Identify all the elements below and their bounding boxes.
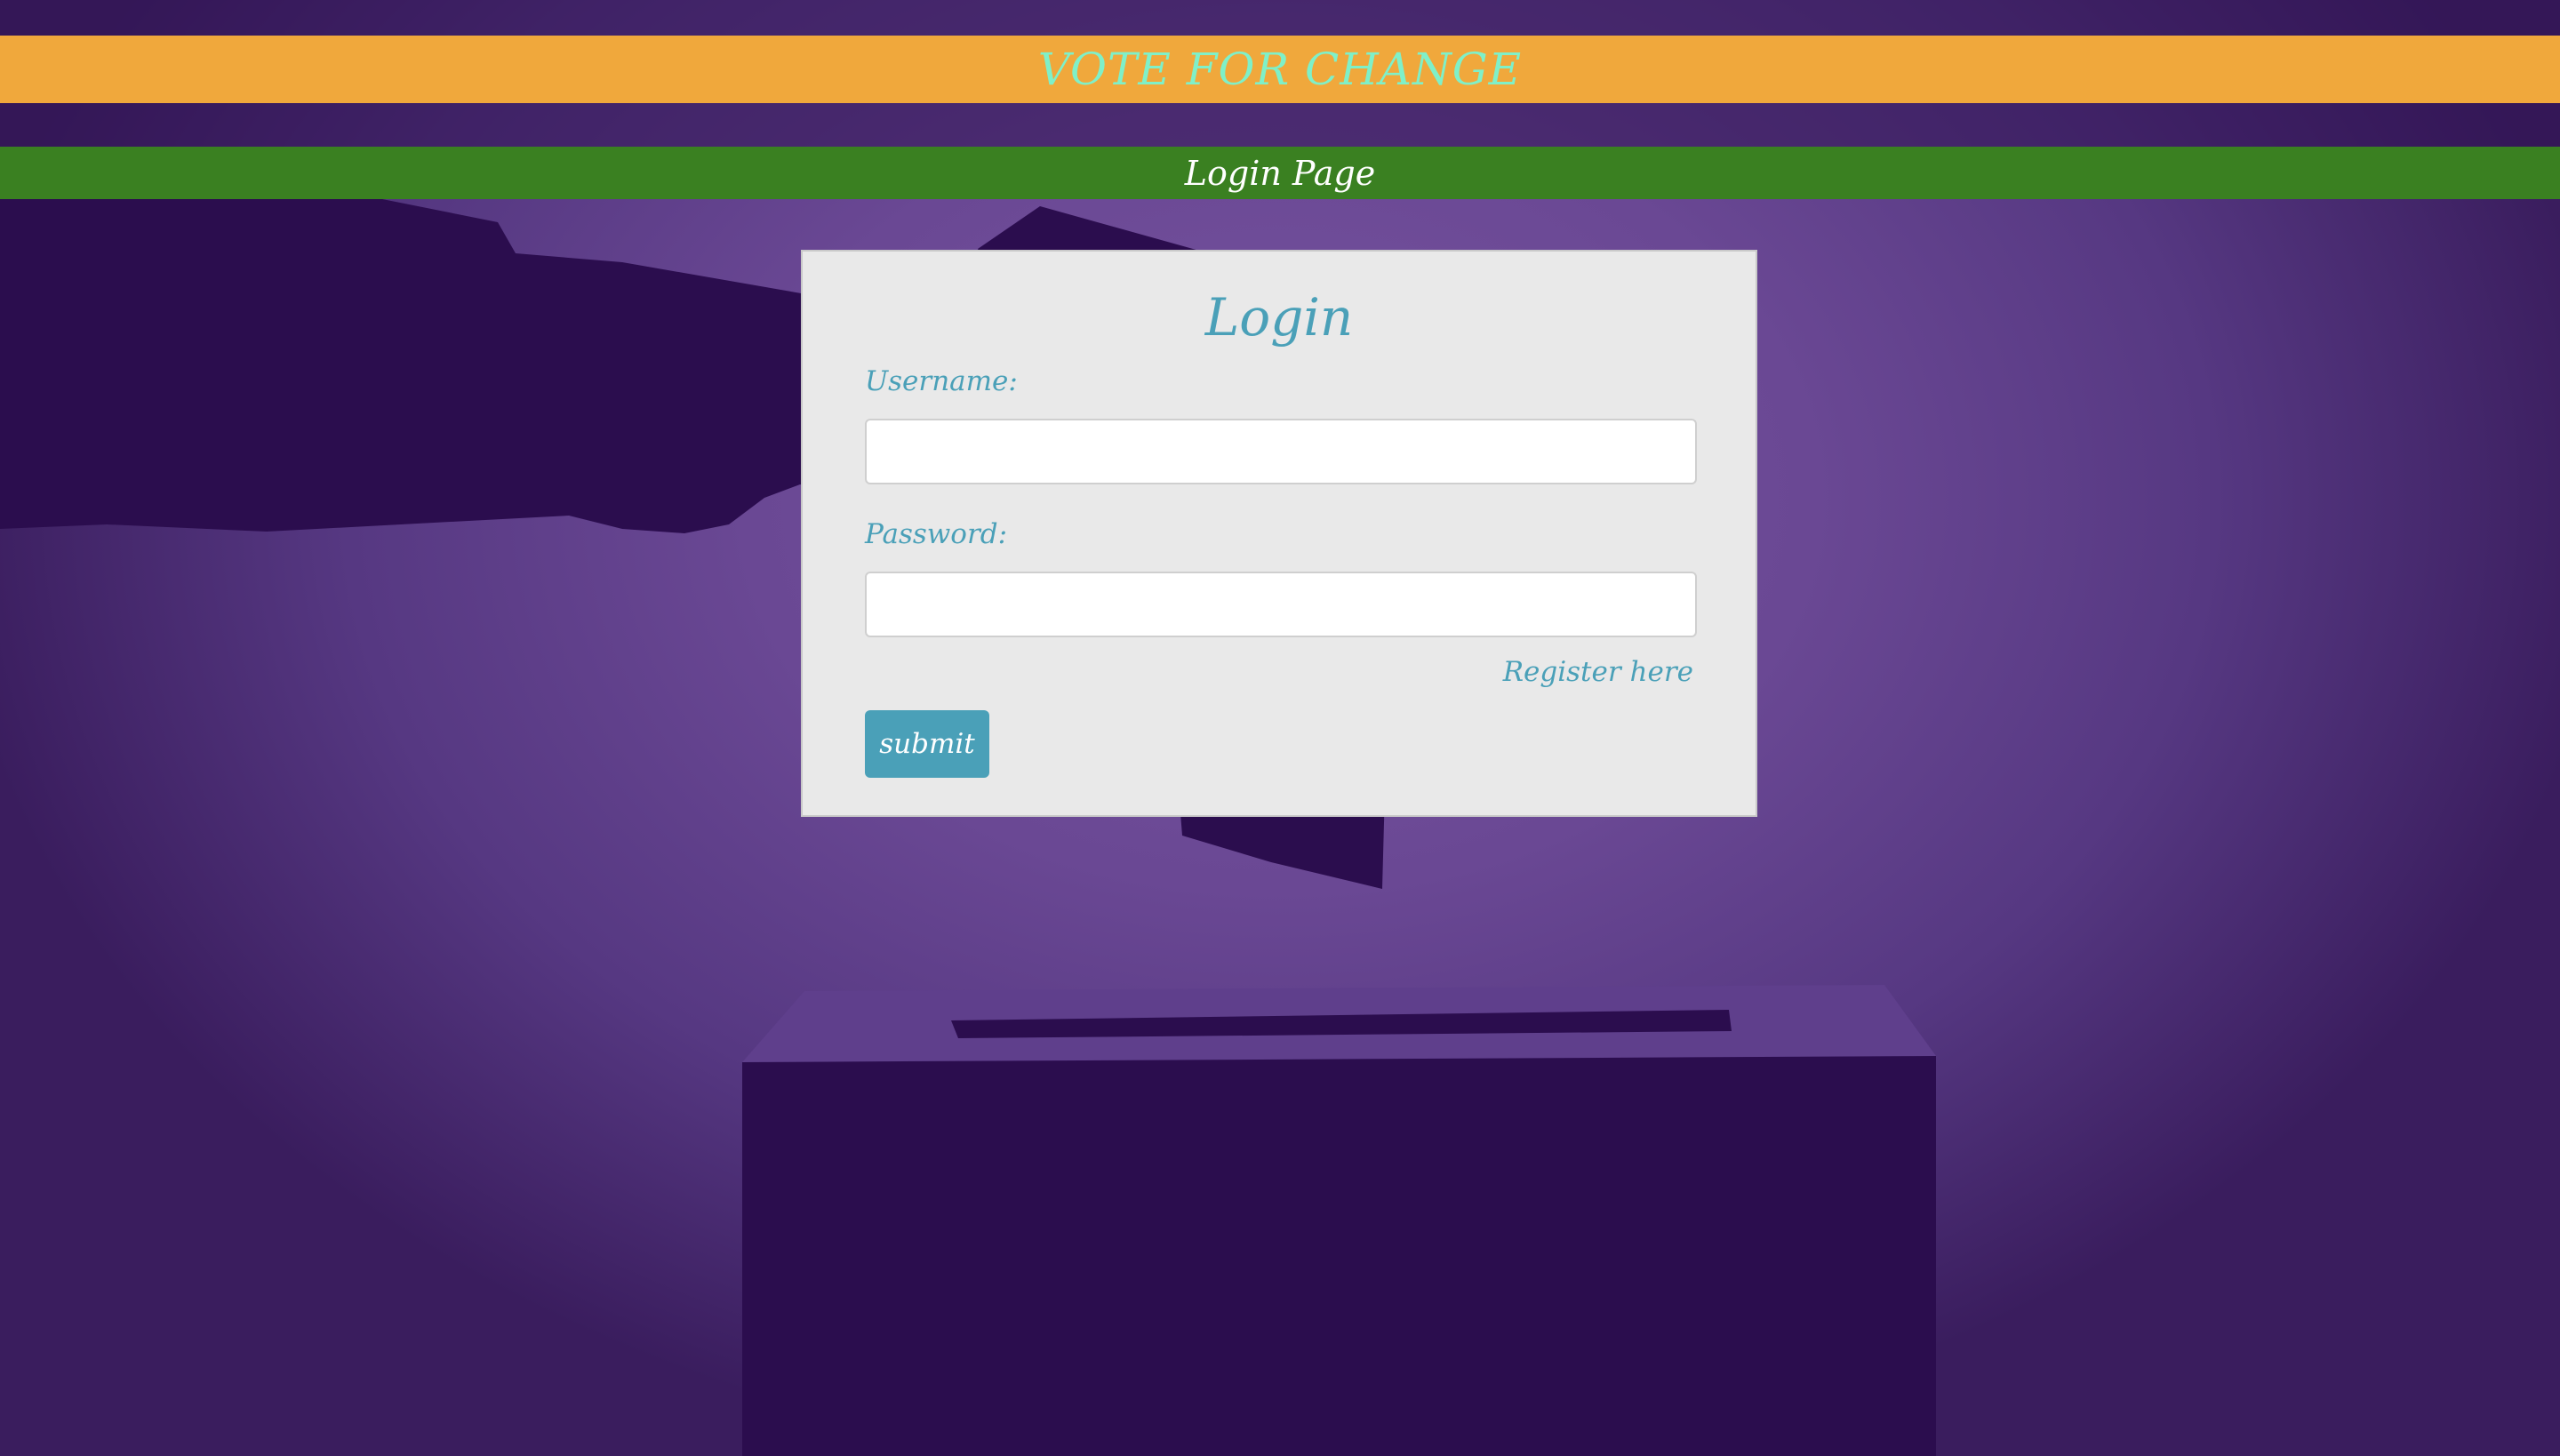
ballot-box-body [742, 1056, 1936, 1456]
site-title: VOTE FOR CHANGE [1037, 44, 1523, 95]
page-background: VOTE FOR CHANGE Login Page Login Usernam… [0, 0, 2560, 1456]
page-subtitle: Login Page [1184, 153, 1376, 193]
middle-dark-band [0, 103, 2560, 147]
login-form: Login Username: Password: Register here … [801, 250, 1757, 817]
password-input[interactable] [865, 572, 1697, 637]
page-subtitle-banner: Login Page [0, 147, 2560, 199]
top-dark-band [0, 0, 2560, 36]
username-input[interactable] [865, 419, 1697, 484]
register-link[interactable]: Register here [1503, 656, 1693, 688]
site-title-banner: VOTE FOR CHANGE [0, 36, 2560, 103]
username-label: Username: [865, 365, 1018, 397]
submit-button[interactable]: submit [865, 710, 989, 778]
login-heading: Login [1204, 287, 1354, 348]
password-label: Password: [865, 518, 1008, 550]
